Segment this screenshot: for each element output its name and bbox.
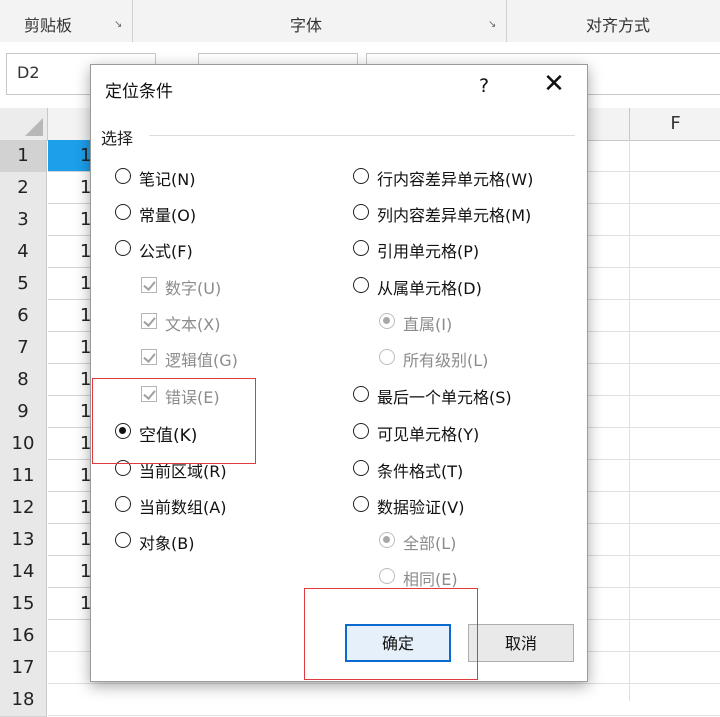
radio-label: 当前数组(A) [139,498,227,517]
dialog-title: 定位条件 [105,82,173,102]
annotation-highlight-ok [304,588,478,680]
radio-label: 条件格式(T) [377,462,464,481]
row-header[interactable]: 9 [0,396,47,429]
row-header[interactable]: 2 [0,172,47,205]
radio-icon [115,168,131,184]
column-header-f[interactable]: F [629,108,720,140]
checkbox-icon [141,277,157,293]
radio-selected-icon [379,532,395,548]
row-header[interactable]: 8 [0,364,47,397]
clipboard-group: 剪贴板 ↘ [0,0,133,42]
gridline [48,683,720,684]
checkbox-label: 文本(X) [165,315,221,334]
radio-icon [353,277,369,293]
alignment-group: 对齐方式 [506,0,720,42]
radio-label: 所有级别(L) [403,351,489,370]
radio-icon [115,204,131,220]
cancel-button[interactable]: 取消 [468,624,574,662]
row-header[interactable]: 10 [0,428,47,461]
row-header[interactable]: 6 [0,300,47,333]
select-all-corner[interactable] [0,108,48,140]
row-header[interactable]: 7 [0,332,47,365]
dialog-launcher-icon[interactable]: ↘ [114,20,124,30]
radio-icon [353,496,369,512]
radio-icon [115,532,131,548]
radio-label: 引用单元格(P) [377,242,480,261]
radio-label: 全部(L) [403,534,457,553]
radio-label: 最后一个单元格(S) [377,388,512,407]
radio-label: 可见单元格(Y) [377,425,480,444]
name-box-value: D2 [17,63,40,82]
row-header[interactable]: 11 [0,460,47,493]
dialog-launcher-icon[interactable]: ↘ [488,20,498,30]
clipboard-group-label: 剪贴板 [24,16,73,35]
gridline [48,715,720,716]
select-section-label: 选择 [101,129,134,148]
radio-label: 列内容差异单元格(M) [377,206,532,225]
help-icon[interactable]: ? [479,75,489,97]
radio-icon [115,496,131,512]
alignment-group-label: 对齐方式 [586,16,651,35]
ribbon: 剪贴板 ↘ 字体 ↘ 对齐方式 [0,0,720,43]
radio-icon [379,349,395,365]
radio-label: 相同(E) [403,570,458,589]
radio-icon [115,240,131,256]
checkbox-label: 逻辑值(G) [165,351,238,370]
radio-label: 公式(F) [139,242,193,261]
radio-icon [353,386,369,402]
font-group: 字体 ↘ [132,0,507,42]
row-header[interactable]: 14 [0,556,47,589]
row-header[interactable]: 1 [0,140,47,173]
radio-label: 数据验证(V) [377,498,465,517]
radio-icon [353,168,369,184]
row-header[interactable]: 17 [0,652,47,685]
close-icon[interactable]: ✕ [539,69,569,99]
font-group-label: 字体 [290,16,323,35]
selection-border [47,140,95,620]
radio-icon [353,204,369,220]
radio-label: 行内容差异单元格(W) [377,170,534,189]
row-header[interactable]: 4 [0,236,47,269]
radio-icon [379,568,395,584]
radio-label: 常量(O) [139,206,197,225]
row-header[interactable]: 15 [0,588,47,621]
gridline [629,140,630,701]
section-divider [149,135,575,136]
checkbox-icon [141,349,157,365]
radio-icon [353,240,369,256]
row-header[interactable]: 5 [0,268,47,301]
checkbox-label: 数字(U) [165,279,222,298]
radio-selected-icon [379,313,395,329]
checkbox-icon [141,313,157,329]
radio-label: 直属(I) [403,315,453,334]
row-header[interactable]: 3 [0,204,47,237]
radio-label: 从属单元格(D) [377,279,482,298]
radio-label: 笔记(N) [139,170,196,189]
row-header[interactable]: 12 [0,492,47,525]
row-header[interactable]: 13 [0,524,47,557]
radio-icon [353,423,369,439]
annotation-highlight-blanks [92,378,256,464]
radio-label: 对象(B) [139,534,195,553]
row-header[interactable]: 16 [0,620,47,653]
radio-icon [353,460,369,476]
